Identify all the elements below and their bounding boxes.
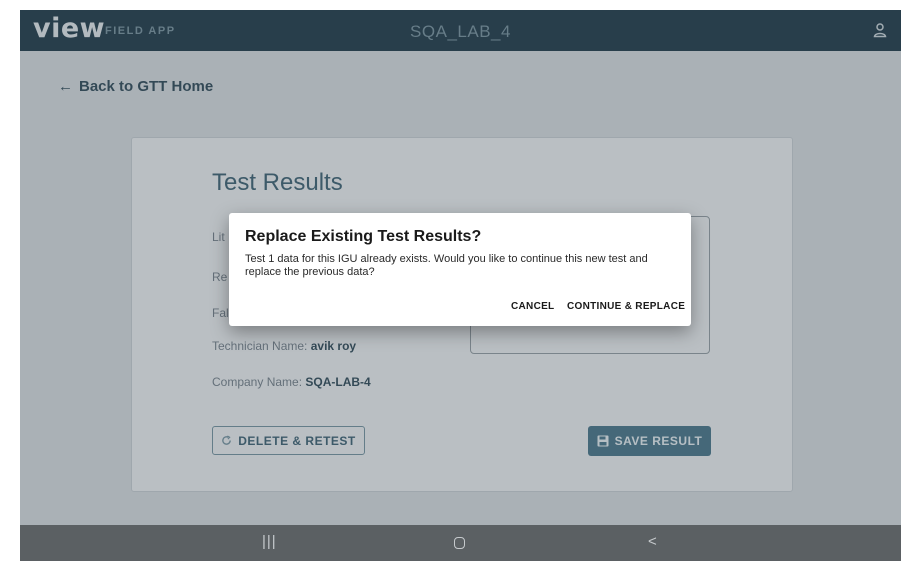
- cancel-button[interactable]: CANCEL: [511, 301, 554, 312]
- android-navigation-bar: ||| <: [20, 525, 901, 561]
- replace-results-dialog: Replace Existing Test Results? Test 1 da…: [229, 213, 691, 326]
- continue-replace-button[interactable]: CONTINUE & REPLACE: [567, 301, 685, 312]
- dialog-message: Test 1 data for this IGU already exists.…: [245, 253, 648, 278]
- dialog-title: Replace Existing Test Results?: [245, 228, 482, 245]
- home-icon[interactable]: [454, 537, 465, 549]
- back-icon[interactable]: <: [648, 533, 657, 550]
- recents-icon[interactable]: |||: [262, 533, 277, 550]
- app-screen: view FIELD APP SQA_LAB_4 ← Back to GTT Ho…: [20, 10, 901, 561]
